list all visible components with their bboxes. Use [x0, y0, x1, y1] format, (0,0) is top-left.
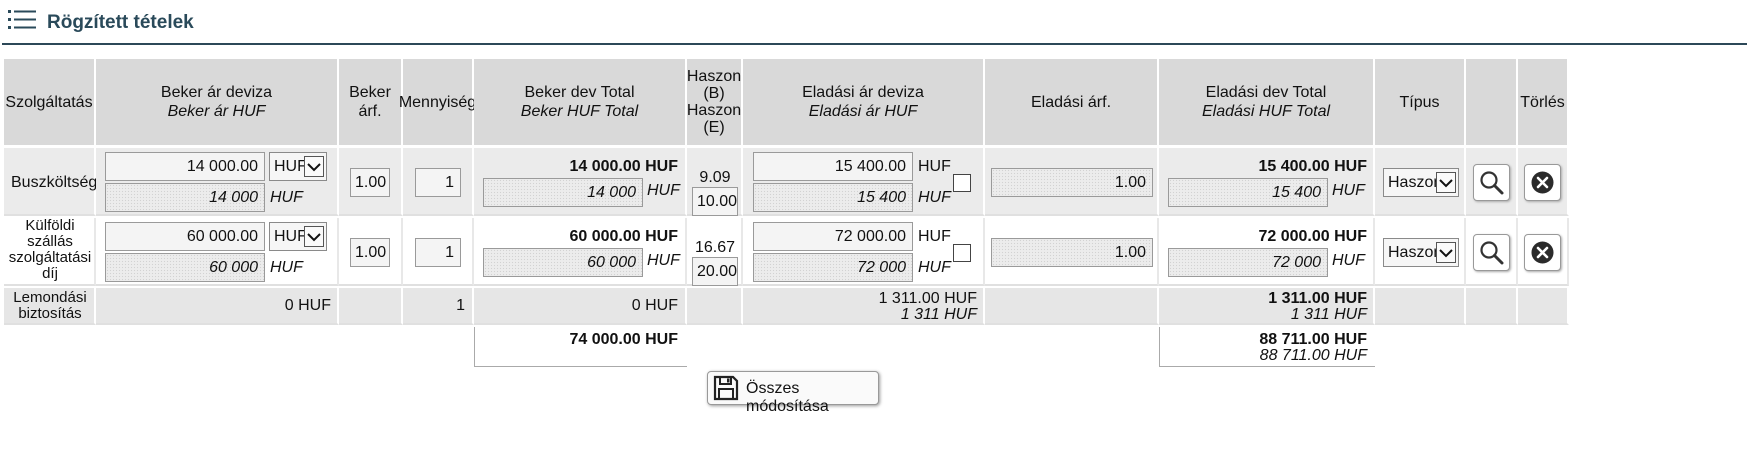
beker-huf-field: 14 000 — [105, 183, 265, 212]
beker-grand-total: 74 000.00 HUF — [569, 331, 678, 348]
beker-arf-field[interactable]: 1.00 — [350, 168, 390, 197]
total-underline — [1159, 366, 1375, 367]
beker-dev-total: 14 000.00 HUF — [569, 158, 678, 175]
beker-huf-field: 60 000 — [105, 253, 265, 282]
row-cell — [1466, 288, 1518, 325]
beker-dev-total: 60 000.00 HUF — [569, 228, 678, 245]
section-header: Rögzített tételek — [0, 0, 1747, 46]
eladasi-huf-total-field: 72 000 — [1168, 248, 1328, 277]
beker-arf-field[interactable]: 1.00 — [350, 238, 390, 267]
save-all-label: Összes módosítása — [746, 380, 829, 415]
col-header-eladasi-arf: Eladási árf. — [985, 59, 1159, 147]
service-name: Külföldi szállás szolgáltatási díj — [8, 217, 92, 282]
col-header-mennyiseg: Mennyiség — [399, 59, 476, 147]
eladasi-huf-field: 72 000 — [753, 253, 913, 282]
eladasi-deviza-input[interactable]: 72 000.00 — [753, 222, 913, 251]
col-header-haszon: Haszon (B) Haszon (E) — [687, 59, 743, 147]
eladasi-huf-total: 1 311 HUF — [1290, 306, 1367, 323]
currency-select[interactable]: HUF — [269, 152, 327, 181]
unit-label: HUF — [1332, 252, 1365, 269]
eladasi-dev-total: 72 000.00 HUF — [1258, 228, 1367, 245]
chevron-down-icon — [304, 156, 324, 177]
eladasi-huf-value: 1 311 HUF — [900, 306, 977, 323]
search-icon — [1480, 171, 1504, 195]
delete-button[interactable] — [1524, 234, 1561, 271]
row-checkbox[interactable] — [953, 174, 971, 192]
eladasi-arf-field: 1.00 — [991, 168, 1153, 197]
eladasi-arf-field: 1.00 — [991, 238, 1153, 267]
row-cell — [1518, 288, 1569, 325]
delete-circle-icon — [1531, 241, 1554, 264]
col-header-beker-total: Beker dev Total Beker HUF Total — [474, 59, 687, 147]
unit-label: HUF — [918, 189, 951, 206]
quantity-field[interactable]: 1 — [415, 168, 461, 197]
row-cell — [985, 288, 1159, 325]
eladasi-deviza-input[interactable]: 15 400.00 — [753, 152, 913, 181]
service-name: Buszköltség — [11, 174, 98, 191]
col-header-beker-arf: Beker árf. — [339, 59, 403, 147]
chevron-down-icon — [1436, 172, 1456, 193]
currency-select[interactable]: HUF — [269, 222, 327, 251]
eladasi-grand-total-huf: 88 711.00 HUF — [1259, 347, 1367, 364]
col-header-search — [1466, 59, 1518, 147]
haszon-e-field[interactable]: 20.00 — [692, 257, 738, 286]
tipus-select[interactable]: Haszon — [1383, 238, 1459, 267]
haszon-b-value: 16.67 — [694, 239, 736, 256]
row-cell — [339, 288, 403, 325]
row-cell — [1375, 288, 1466, 325]
search-button[interactable] — [1473, 234, 1510, 271]
col-header-tipus: Típus — [1375, 59, 1466, 147]
beker-deviza-input[interactable]: 60 000.00 — [105, 222, 265, 251]
haszon-b-value: 9.09 — [699, 169, 731, 186]
chevron-down-icon — [1436, 242, 1456, 263]
row-checkbox[interactable] — [953, 244, 971, 262]
service-name: Lemondási biztosítás — [13, 289, 87, 322]
unit-label: HUF — [918, 259, 951, 276]
unit-label: HUF — [918, 228, 951, 245]
beker-total-value: 0 HUF — [631, 297, 678, 314]
unit-label: HUF — [647, 252, 680, 269]
eladasi-dev-total: 15 400.00 HUF — [1258, 158, 1367, 175]
search-icon — [1480, 241, 1504, 265]
delete-button[interactable] — [1524, 164, 1561, 201]
beker-huf-total-field: 60 000 — [483, 248, 643, 277]
search-button[interactable] — [1473, 164, 1510, 201]
floppy-disk-icon — [713, 375, 739, 401]
unit-label: HUF — [647, 182, 680, 199]
tipus-select[interactable]: Haszon — [1383, 168, 1459, 197]
unit-label: HUF — [270, 259, 303, 276]
quantity-value: 1 — [456, 297, 465, 314]
row-cell — [687, 288, 743, 325]
eladasi-huf-field: 15 400 — [753, 183, 913, 212]
total-underline — [474, 366, 687, 367]
haszon-e-field[interactable]: 10.00 — [692, 187, 738, 216]
eladasi-huf-total-field: 15 400 — [1168, 178, 1328, 207]
col-header-eladasi-total: Eladási dev Total Eladási HUF Total — [1159, 59, 1375, 147]
col-header-szolgaltatas: Szolgáltatás — [4, 59, 96, 147]
unit-label: HUF — [1332, 182, 1365, 199]
quantity-field[interactable]: 1 — [415, 238, 461, 267]
chevron-down-icon — [304, 226, 324, 247]
beker-huf-total-field: 14 000 — [483, 178, 643, 207]
unit-label: HUF — [270, 189, 303, 206]
unit-label: HUF — [918, 158, 951, 175]
page-title: Rögzített tételek — [47, 12, 194, 33]
list-menu-icon[interactable] — [8, 9, 38, 31]
col-header-eladasi-ar: Eladási ár deviza Eladási ár HUF — [743, 59, 985, 147]
beker-deviza-input[interactable]: 14 000.00 — [105, 152, 265, 181]
header-divider — [2, 43, 1747, 45]
delete-circle-icon — [1531, 171, 1554, 194]
save-all-button[interactable]: Összes módosítása — [707, 371, 879, 415]
col-header-torles: Törlés — [1518, 59, 1569, 147]
col-header-beker-ar: Beker ár deviza Beker ár HUF — [96, 59, 339, 147]
beker-ar-value: 0 HUF — [284, 297, 331, 314]
